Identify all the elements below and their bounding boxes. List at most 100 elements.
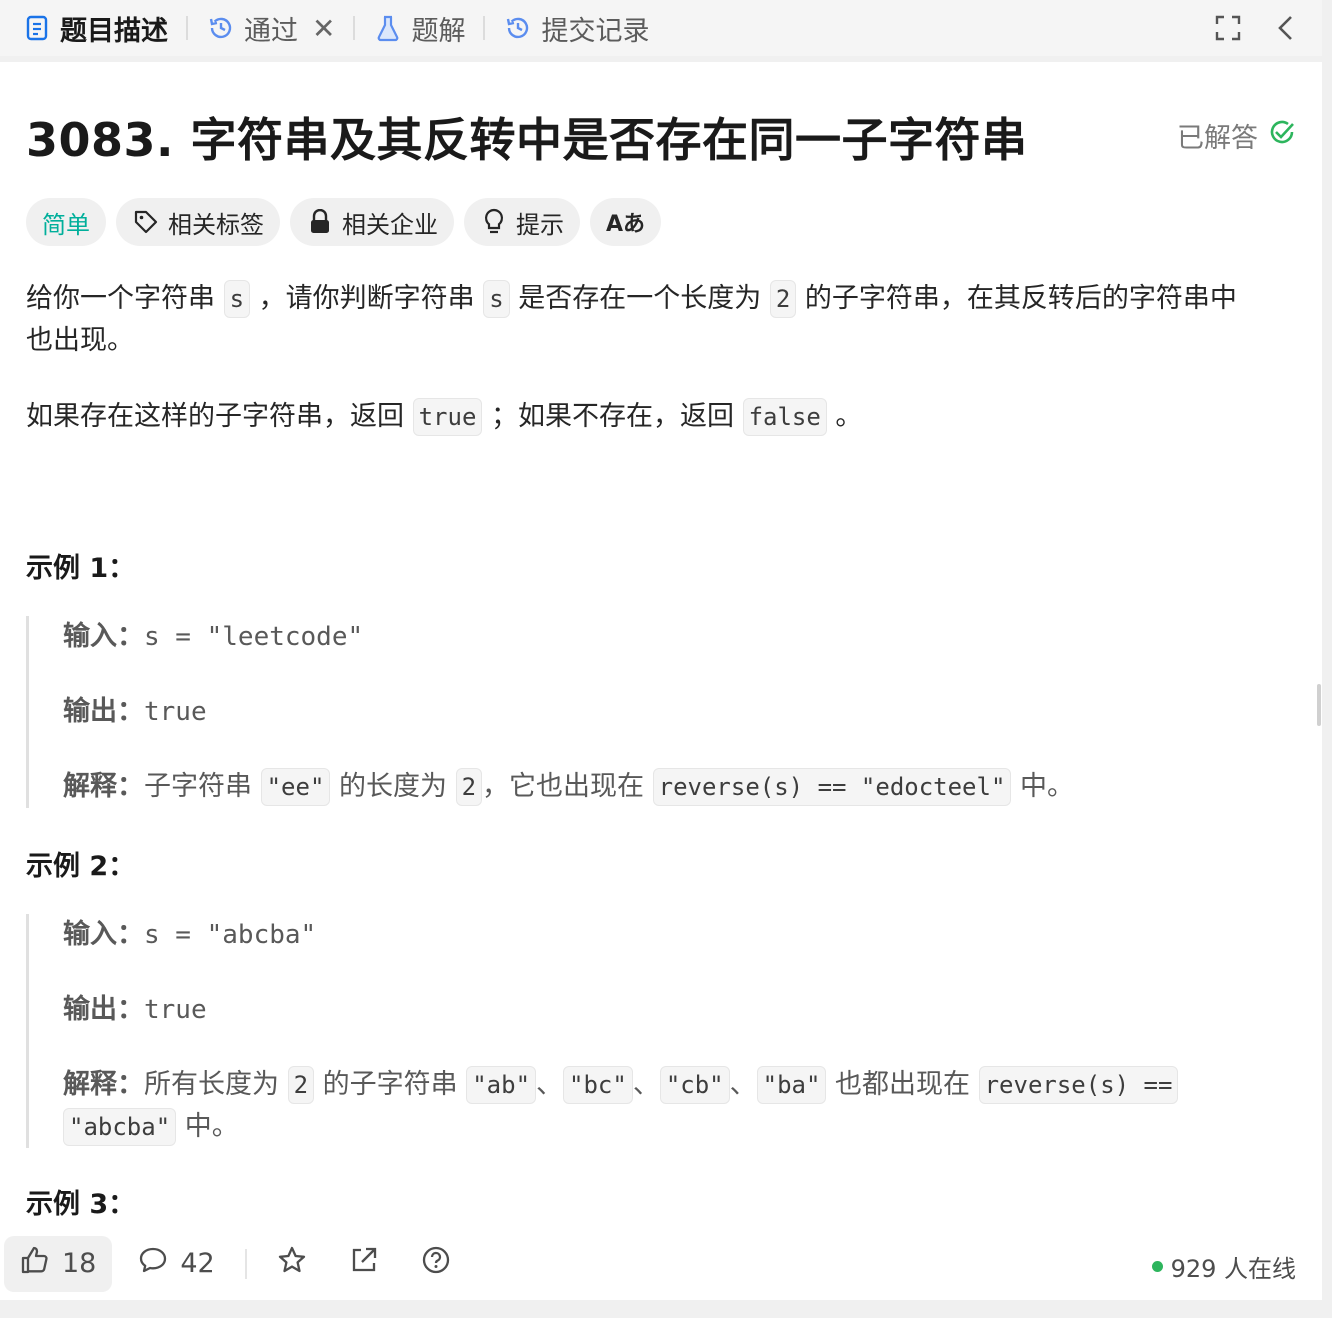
- star-icon: [277, 1245, 307, 1282]
- lightbulb-icon: [480, 208, 508, 236]
- close-icon[interactable]: ✕: [312, 12, 335, 45]
- input-value: s = "abcba": [144, 920, 317, 950]
- example-1-explanation: 解释：子字符串 "ee" 的长度为 2 ，它也出现在 reverse(s) == …: [63, 766, 1266, 808]
- inline-code: reverse(s) == "edocteel": [652, 768, 1012, 806]
- example-1-input: 输入：s = "leetcode": [63, 616, 1266, 658]
- example-1-output: 输出：true: [63, 691, 1266, 733]
- text: 如果存在这样的子字符串，返回: [26, 401, 404, 432]
- scrollbar-thumb[interactable]: [1317, 684, 1321, 726]
- example-1-title: 示例 1：: [26, 553, 136, 584]
- solved-label: 已解答: [1177, 123, 1258, 154]
- favorite-button[interactable]: [277, 1245, 307, 1282]
- document-icon: [22, 13, 52, 43]
- expand-icon[interactable]: [1212, 12, 1244, 44]
- tab-solutions-label: 题解: [411, 15, 466, 47]
- help-button[interactable]: [421, 1245, 451, 1282]
- chip-row: 简单 相关标签 相关企业 提示 Aあ: [26, 198, 662, 246]
- inline-code: s: [483, 280, 510, 318]
- tags-label: 相关标签: [168, 210, 264, 239]
- text: ；如果不存在，返回: [490, 401, 734, 432]
- history-icon: [206, 13, 236, 43]
- description-paragraph-1: 给你一个字符串 s ，请你判断字符串 s 是否存在一个长度为 2 的子字符串，在…: [26, 278, 1286, 362]
- example-1-block: 输入：s = "leetcode" 输出：true 解释：子字符串 "ee" 的…: [26, 616, 1266, 808]
- text: 的子字符串，在其反转后的字符串中: [804, 283, 1237, 314]
- example-2-explanation-cont: "abcba" 中。: [29, 1106, 1266, 1148]
- translate-button[interactable]: Aあ: [590, 198, 662, 246]
- share-button[interactable]: [349, 1245, 379, 1282]
- tab-submissions[interactable]: 提交记录: [497, 0, 655, 56]
- text: 所有长度为: [144, 1069, 279, 1100]
- inline-code: 2: [769, 280, 797, 318]
- text: ，请你判断字符串: [258, 283, 475, 314]
- inline-code: 2: [455, 768, 483, 806]
- text: 子字符串: [144, 771, 252, 802]
- text: 的长度为: [338, 771, 447, 802]
- inline-code: "abcba": [63, 1108, 177, 1146]
- text: ，它也出现在: [482, 771, 645, 802]
- inline-code: "ab": [466, 1066, 537, 1104]
- comment-count: 42: [180, 1248, 215, 1279]
- difficulty-label: 简单: [42, 210, 90, 239]
- description-paragraph-2: 如果存在这样的子字符串，返回 true ；如果不存在，返回 false 。: [26, 396, 1286, 438]
- output-label: 输出：: [63, 696, 144, 727]
- tab-accepted-label: 通过: [244, 15, 298, 47]
- chevron-left-icon[interactable]: [1270, 12, 1302, 44]
- inline-code: "ee": [260, 768, 331, 806]
- example-2-explanation: 解释：所有长度为 2 的子字符串 "ab"、 "bc"、 "cb"、 "ba" 也都出…: [63, 1064, 1266, 1106]
- check-circle-icon: [1268, 118, 1296, 153]
- text: 也都出现在: [835, 1069, 971, 1100]
- online-status: 929 人在线: [1151, 1249, 1296, 1284]
- comments-button[interactable]: 42: [138, 1246, 215, 1281]
- text: 给你一个字符串: [26, 283, 215, 314]
- text: 也出现。: [26, 325, 134, 356]
- tab-solutions[interactable]: 题解: [367, 0, 471, 56]
- translate-icon: Aあ: [606, 212, 646, 237]
- tab-divider: [186, 16, 188, 40]
- companies-button[interactable]: 相关企业: [290, 198, 454, 246]
- text: 中。: [1020, 771, 1074, 802]
- problem-title: 3083. 字符串及其反转中是否存在同一子字符串: [26, 113, 1028, 167]
- inline-code: false: [742, 398, 827, 436]
- inline-code: "ba": [756, 1066, 827, 1104]
- companies-label: 相关企业: [342, 210, 438, 239]
- text: 中。: [184, 1111, 239, 1142]
- output-label: 输出：: [63, 994, 144, 1025]
- inline-code: s: [223, 280, 251, 318]
- tag-icon: [132, 208, 160, 236]
- hint-button[interactable]: 提示: [464, 198, 580, 246]
- tab-accepted[interactable]: 通过 ✕: [200, 0, 341, 56]
- inline-code: "bc": [563, 1066, 633, 1104]
- example-2-input: 输入：s = "abcba": [63, 914, 1266, 956]
- text: 、: [729, 1069, 757, 1100]
- example-2-output: 输出：true: [63, 989, 1266, 1031]
- tab-divider: [353, 16, 356, 40]
- text: 。: [835, 401, 863, 432]
- output-value: true: [144, 697, 207, 727]
- history-icon: [503, 13, 533, 43]
- tab-divider: [483, 16, 486, 40]
- tab-description[interactable]: 题目描述: [16, 0, 174, 56]
- example-3-title: 示例 3：: [26, 1189, 136, 1220]
- online-count: 929 人在线: [1170, 1255, 1296, 1283]
- bottom-bar: 18 42 929 人在线: [0, 1227, 1322, 1300]
- inline-code: reverse(s) ==: [978, 1066, 1179, 1104]
- lock-icon: [306, 208, 334, 236]
- tab-submissions-label: 提交记录: [541, 15, 650, 47]
- tab-description-label: 题目描述: [60, 15, 168, 47]
- text: 、: [632, 1069, 660, 1100]
- like-button[interactable]: 18: [4, 1235, 113, 1292]
- thumbs-up-icon: [20, 1245, 50, 1282]
- difficulty-badge[interactable]: 简单: [26, 198, 106, 246]
- explain-label: 解释：: [63, 771, 144, 802]
- text: 、: [536, 1069, 564, 1100]
- text: 是否存在一个长度为: [518, 283, 762, 314]
- input-value: s = "leetcode": [144, 622, 364, 652]
- output-value: true: [144, 995, 207, 1025]
- comment-icon: [138, 1246, 168, 1281]
- example-2-title: 示例 2：: [26, 851, 136, 882]
- like-count: 18: [62, 1248, 97, 1279]
- inline-code: 2: [287, 1066, 315, 1104]
- tags-button[interactable]: 相关标签: [116, 198, 280, 246]
- solved-status: 已解答: [1177, 116, 1296, 155]
- online-dot: [1151, 1261, 1163, 1272]
